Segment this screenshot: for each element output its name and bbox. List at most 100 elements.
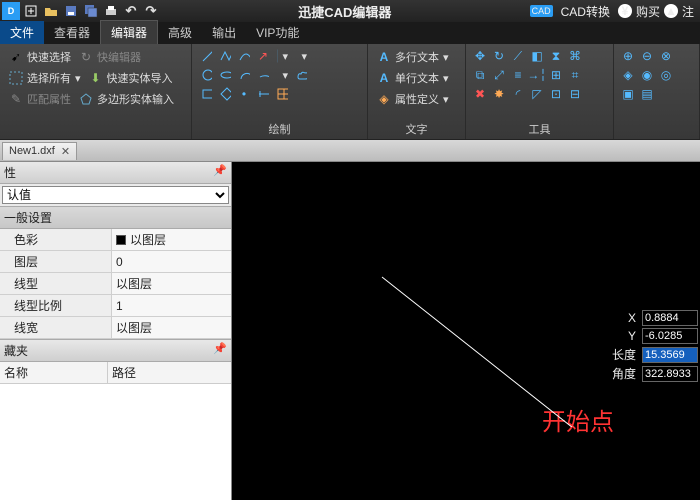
quick-select-button[interactable]: ➹快速选择 xyxy=(6,48,73,66)
trim-tool[interactable]: ⟋ xyxy=(510,48,526,64)
length-input[interactable] xyxy=(642,347,698,363)
angle-input[interactable] xyxy=(642,366,698,382)
quick-edit-button[interactable]: ↻快编辑器 xyxy=(76,48,143,66)
select-all-button[interactable]: 选择所有▾ xyxy=(6,69,83,87)
ov3[interactable]: ⊗ xyxy=(658,48,674,64)
category-general[interactable]: 一般设置 xyxy=(0,206,231,229)
favorites-title: 藏夹 xyxy=(4,342,28,359)
ov8[interactable]: ▤ xyxy=(639,86,655,102)
tab-advanced[interactable]: 高级 xyxy=(158,21,202,44)
image-tool[interactable]: ▾ xyxy=(274,67,290,83)
ov2[interactable]: ⊖ xyxy=(639,48,655,64)
save-all-icon[interactable] xyxy=(82,2,100,20)
ellipse-tool[interactable] xyxy=(217,67,233,83)
array-tool[interactable]: ⊞ xyxy=(548,67,564,83)
point-tool[interactable]: • xyxy=(236,86,252,102)
ov4[interactable]: ◈ xyxy=(620,67,636,83)
defaults-combo[interactable]: 认值 xyxy=(2,186,229,204)
save-icon[interactable] xyxy=(62,2,80,20)
pin-icon[interactable]: 📌 xyxy=(213,342,227,359)
ov1[interactable]: ⊕ xyxy=(620,48,636,64)
col-name[interactable]: 名称 xyxy=(0,362,108,383)
ext4-tool[interactable]: ⊟ xyxy=(567,86,583,102)
document-tab[interactable]: New1.dxf ✕ xyxy=(2,142,77,160)
length-label: 长度 xyxy=(598,346,642,363)
pin-icon[interactable]: 📌 xyxy=(213,164,227,181)
circle-tool[interactable] xyxy=(198,67,214,83)
ov7[interactable]: ▣ xyxy=(620,86,636,102)
prop-color[interactable]: 色彩 以图层 xyxy=(0,229,231,251)
dim-tool[interactable] xyxy=(255,86,271,102)
move-tool[interactable]: ✥ xyxy=(472,48,488,64)
tab-vip[interactable]: VIP功能 xyxy=(246,21,309,44)
fillet-tool[interactable]: ◜ xyxy=(510,86,526,102)
prop-ltscale[interactable]: 线型比例 1 xyxy=(0,295,231,317)
app-icon[interactable]: D xyxy=(2,2,20,20)
prop-linetype[interactable]: 线型 以图层 xyxy=(0,273,231,295)
table-tool[interactable] xyxy=(274,86,290,102)
offset-tool[interactable]: ≡ xyxy=(510,67,526,83)
extend-tool[interactable]: →╎ xyxy=(529,67,545,83)
user-icon: ▲ xyxy=(664,4,678,18)
cloud-tool[interactable] xyxy=(293,67,309,83)
tab-viewer[interactable]: 查看器 xyxy=(44,21,100,44)
match-prop-button[interactable]: ✎匹配属性 xyxy=(6,90,73,108)
mtext-button[interactable]: A多行文本▾ xyxy=(374,48,451,66)
select-all-icon xyxy=(8,70,24,86)
print-icon[interactable] xyxy=(102,2,120,20)
ext1-tool[interactable]: ⌘ xyxy=(567,48,583,64)
mirror-tool[interactable]: ⧗ xyxy=(548,48,564,64)
copy-tool[interactable]: ⧉ xyxy=(472,67,488,83)
polygon-tool[interactable] xyxy=(217,86,233,102)
stext-button[interactable]: A单行文本▾ xyxy=(374,69,451,87)
title-bar: D ↶ ↷ 迅捷CAD编辑器 CAD CAD转换 ¥ 购买 ▲ 注 xyxy=(0,0,700,22)
chamfer-tool[interactable]: ◸ xyxy=(529,86,545,102)
erase-tool[interactable]: ✖ xyxy=(472,86,488,102)
redo-icon[interactable]: ↷ xyxy=(142,2,160,20)
coordinate-readout: X Y 长度 角度 xyxy=(598,310,698,384)
ribbon-group-draw: ↗ ▾ ▾ ▾ • 绘制 xyxy=(192,44,368,139)
new-icon[interactable] xyxy=(22,2,40,20)
y-input[interactable] xyxy=(642,328,698,344)
ov6[interactable]: ◎ xyxy=(658,67,674,83)
tab-file[interactable]: 文件 xyxy=(0,21,44,44)
ext2-tool[interactable]: ⌗ xyxy=(567,67,583,83)
attrdef-button[interactable]: ◈属性定义▾ xyxy=(374,90,451,108)
inspect-tool[interactable]: ◧ xyxy=(529,48,545,64)
defaults-select[interactable]: 认值 xyxy=(2,186,229,204)
tab-output[interactable]: 输出 xyxy=(202,21,246,44)
arrow-tool[interactable]: ↗ xyxy=(255,48,271,64)
prop-lineweight[interactable]: 线宽 以图层 xyxy=(0,317,231,339)
undo-icon[interactable]: ↶ xyxy=(122,2,140,20)
draw-caption: 绘制 xyxy=(198,119,361,137)
line-tool[interactable] xyxy=(198,48,214,64)
polyline-tool[interactable] xyxy=(217,48,233,64)
rotate-tool[interactable]: ↻ xyxy=(491,48,507,64)
poly-solid-input-button[interactable]: 多边形实体输入 xyxy=(76,90,176,108)
register-button[interactable]: 注 xyxy=(682,3,694,20)
main-area: 性 📌 认值 一般设置 色彩 以图层 图层 0 线型 以图层 线型比例 1 xyxy=(0,162,700,500)
x-input[interactable] xyxy=(642,310,698,326)
explode-tool[interactable]: ✸ xyxy=(491,86,507,102)
earc-tool[interactable] xyxy=(255,67,271,83)
col-path[interactable]: 路径 xyxy=(108,362,140,383)
buy-button[interactable]: 购买 xyxy=(636,3,660,20)
cad-convert-button[interactable]: CAD转换 xyxy=(557,2,614,21)
hatch-tool[interactable]: ▾ xyxy=(274,48,290,64)
import-solid-button[interactable]: ⬇快速实体导入 xyxy=(86,69,175,87)
document-tabs: New1.dxf ✕ xyxy=(0,140,700,162)
ext3-tool[interactable]: ⊡ xyxy=(548,86,564,102)
scale-tool[interactable]: ⤢ xyxy=(491,67,507,83)
prop-layer[interactable]: 图层 0 xyxy=(0,251,231,273)
tab-editor[interactable]: 编辑器 xyxy=(100,20,158,44)
open-icon[interactable] xyxy=(42,2,60,20)
close-icon[interactable]: ✕ xyxy=(61,145,70,158)
rect-tool[interactable] xyxy=(198,86,214,102)
arc-tool[interactable] xyxy=(236,67,252,83)
import-icon: ⬇ xyxy=(88,70,104,86)
drawing-canvas[interactable]: 开始点 结束点 X Y 长度 角度 xyxy=(232,162,700,500)
spline-tool[interactable] xyxy=(236,48,252,64)
block-tool[interactable]: ▾ xyxy=(293,48,309,64)
app-title: 迅捷CAD编辑器 xyxy=(160,2,530,21)
ov5[interactable]: ◉ xyxy=(639,67,655,83)
